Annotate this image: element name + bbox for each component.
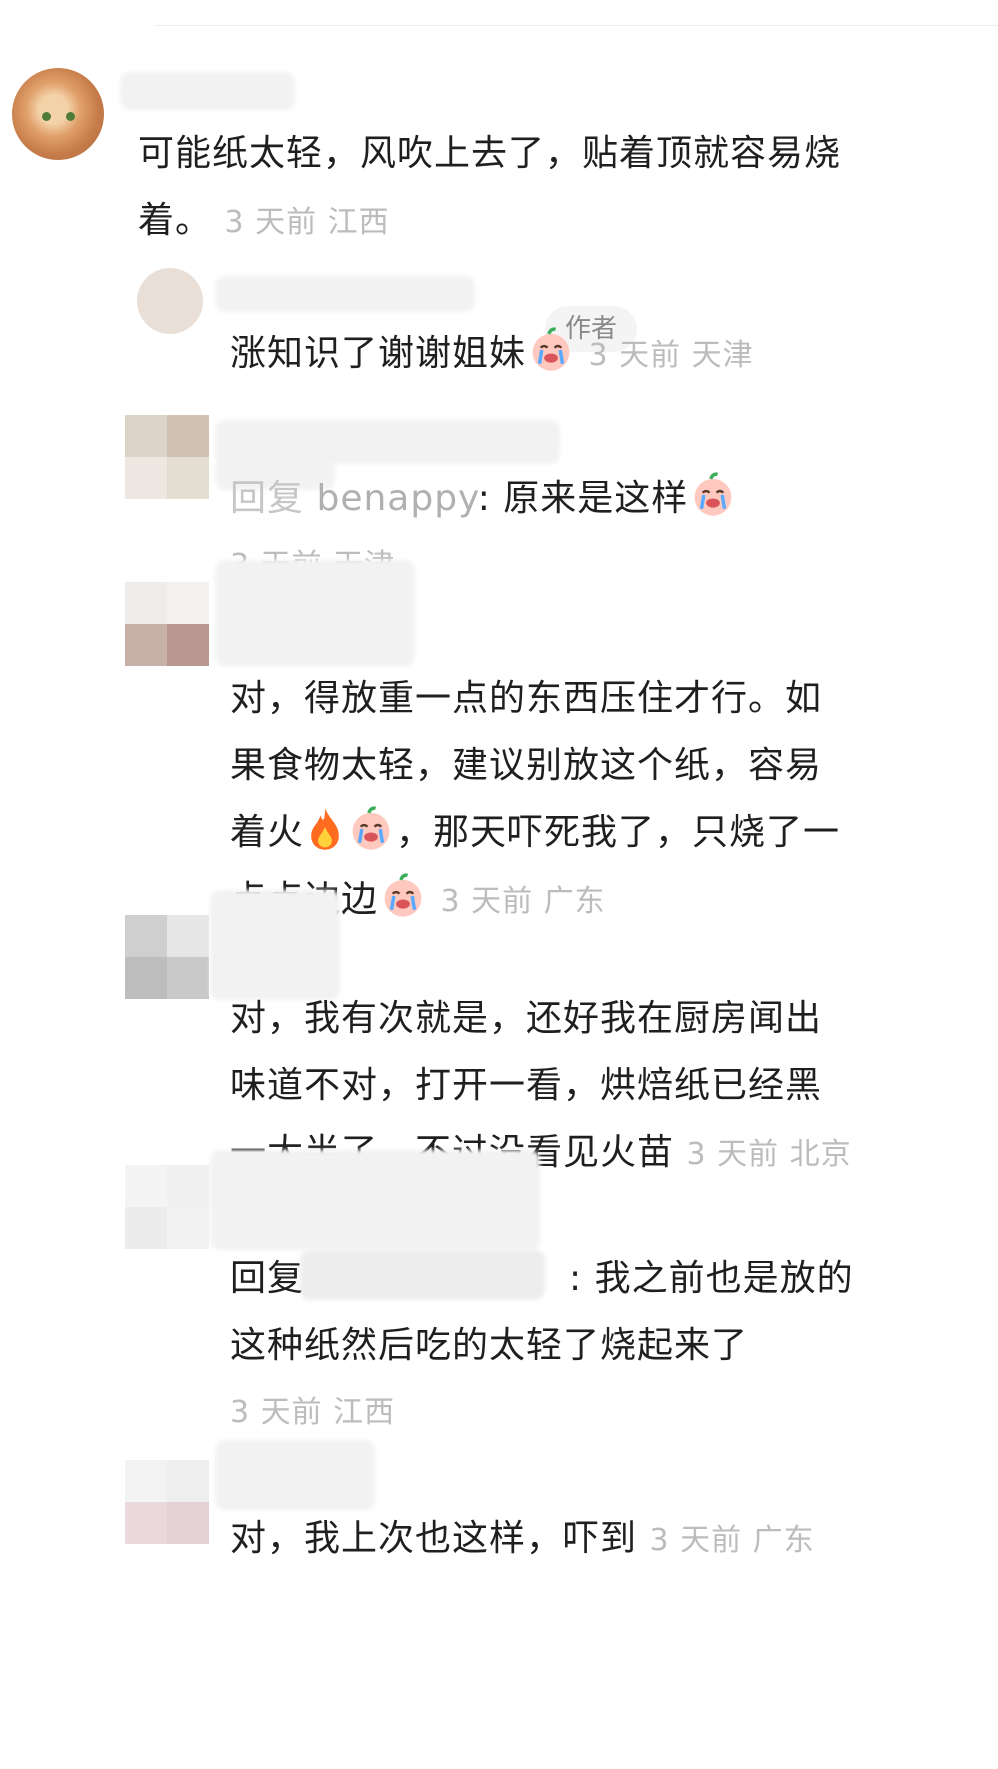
username-blurred[interactable] — [215, 1440, 375, 1510]
divider — [155, 25, 998, 26]
avatar-mosaic[interactable] — [125, 1165, 209, 1249]
crying-face-icon — [532, 327, 570, 371]
comment-meta: 3 天前 广东 — [649, 1523, 815, 1558]
comment-meta: 3 天前 广东 — [440, 884, 606, 919]
fire-icon — [311, 808, 339, 850]
username-blurred[interactable] — [120, 72, 295, 110]
reply-username: benappy — [316, 478, 478, 519]
comment-text: 回复: 我之前也是放的 这种纸然后吃的太轻了烧起来了 3 天前 江西 — [230, 1245, 854, 1446]
comment-text: 对，我上次也这样，吓到 3 天前 广东 — [230, 1518, 815, 1559]
username-blurred[interactable] — [215, 560, 415, 666]
crying-face-icon — [352, 806, 390, 850]
username-blurred[interactable] — [210, 1150, 540, 1250]
comment-meta: 3 天前 江西 — [224, 205, 390, 240]
avatar[interactable] — [137, 268, 203, 334]
comment-meta: 3 天前 天津 — [588, 338, 754, 373]
username-blurred[interactable] — [210, 890, 340, 1000]
comment-text: 可能纸太轻，风吹上去了，贴着顶就容易烧 着。 3 天前 江西 — [138, 133, 842, 241]
crying-face-icon — [384, 873, 422, 917]
avatar-mosaic[interactable] — [125, 582, 209, 666]
comment-meta: 3 天前 江西 — [230, 1395, 396, 1430]
avatar-cat[interactable] — [12, 68, 104, 160]
crying-face-icon — [694, 472, 732, 516]
username-blurred[interactable] — [215, 276, 475, 312]
comment-text: 涨知识了谢谢姐妹 3 天前 天津 — [230, 320, 754, 389]
avatar-mosaic[interactable] — [125, 1460, 209, 1544]
avatar-mosaic[interactable] — [125, 415, 209, 499]
comment-meta: 3 天前 北京 — [686, 1137, 852, 1172]
avatar-mosaic[interactable] — [125, 915, 209, 999]
